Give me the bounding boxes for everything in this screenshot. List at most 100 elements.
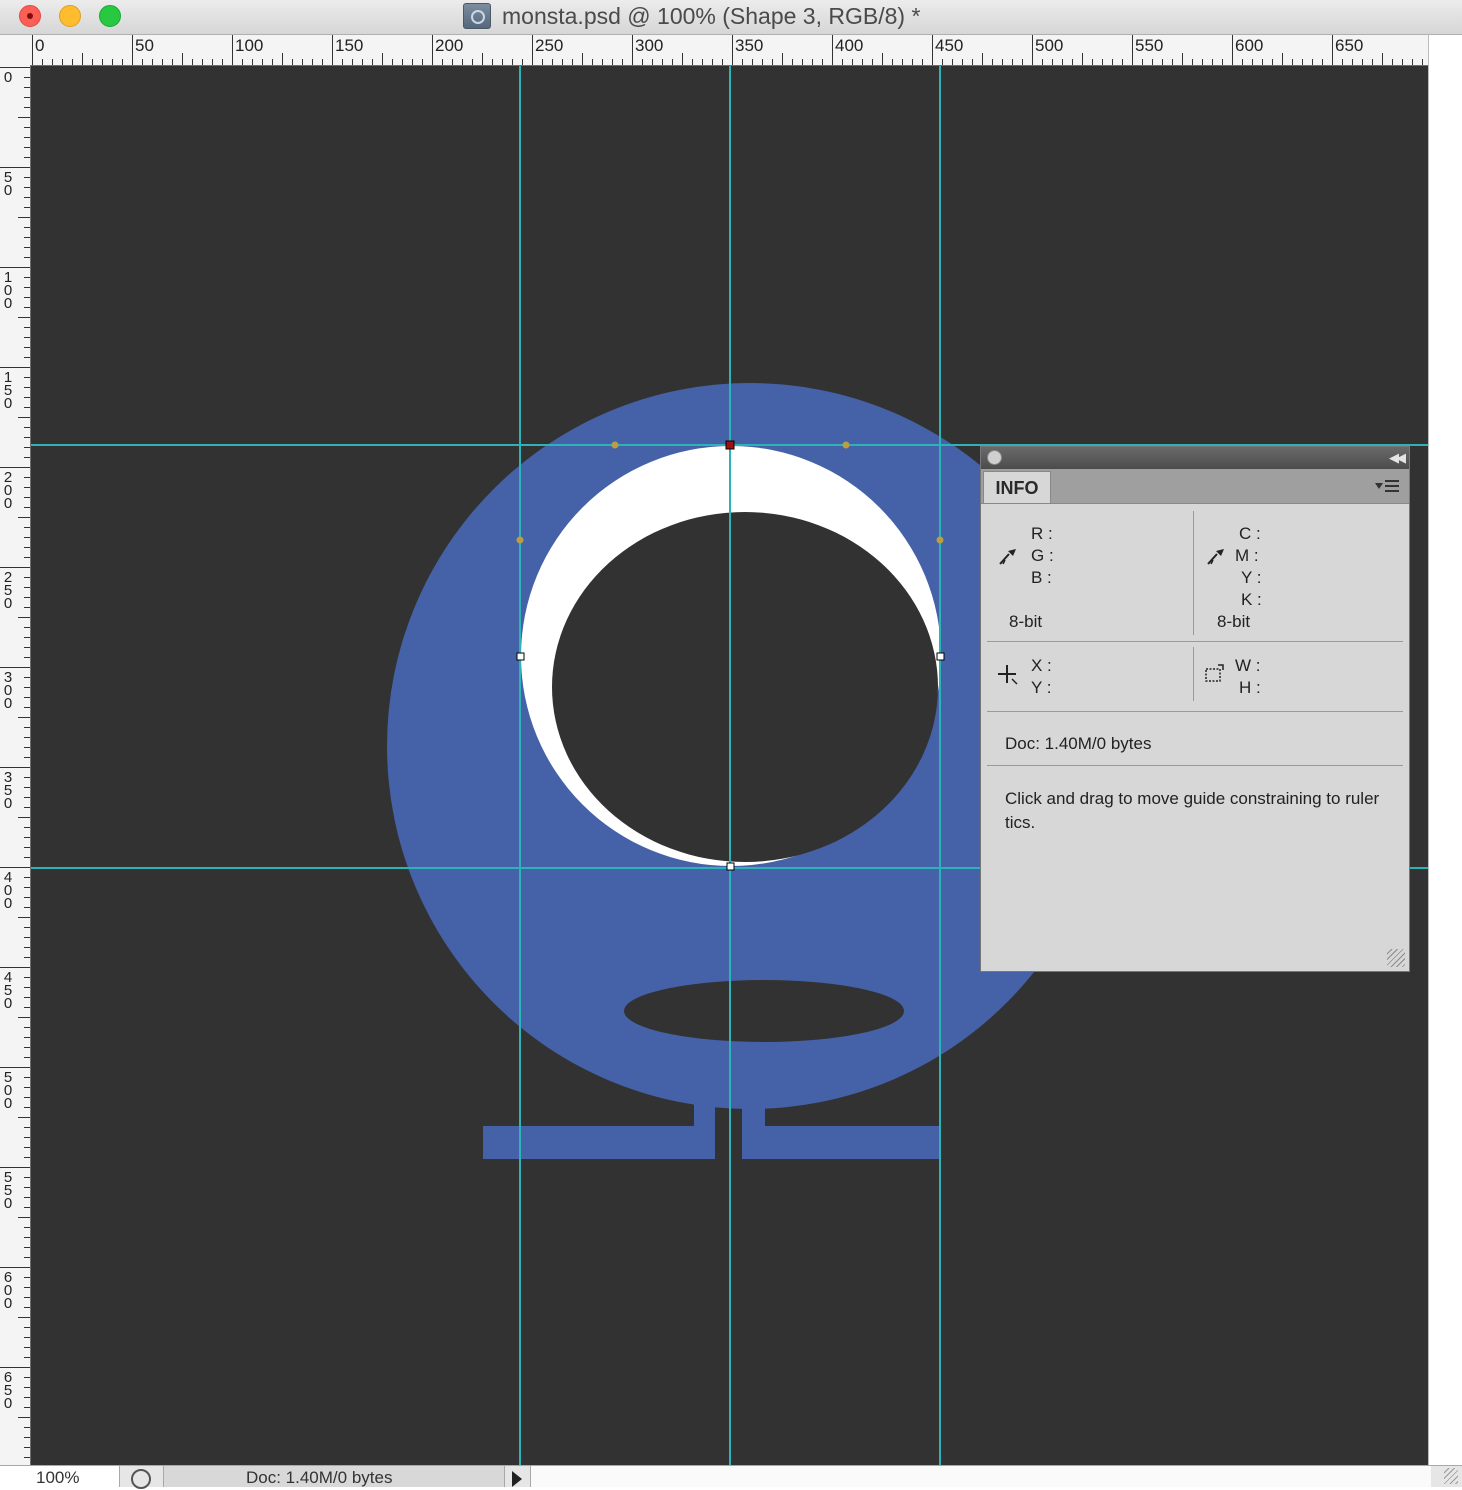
- direction-handle[interactable]: [611, 441, 619, 449]
- right-leg-shape[interactable]: [742, 1104, 765, 1144]
- ruler-tick: [24, 1447, 30, 1448]
- divider: [1193, 511, 1194, 635]
- ruler-tick: [24, 327, 30, 328]
- ruler-tick: [752, 59, 753, 65]
- panel-resize-grip[interactable]: [1387, 949, 1405, 967]
- ruler-tick: [1272, 59, 1273, 65]
- anchor-point[interactable]: [936, 652, 945, 661]
- zoom-level-field[interactable]: 100%: [0, 1466, 120, 1487]
- ruler-tick: [122, 59, 123, 65]
- ruler-tick: [24, 937, 30, 938]
- ruler-tick: [24, 447, 30, 448]
- ruler-tick: [24, 1427, 30, 1428]
- ruler-tick: [24, 1437, 30, 1438]
- ruler-label: 250: [3, 569, 13, 612]
- direction-handle[interactable]: [516, 536, 524, 544]
- ruler-label: 650: [1335, 36, 1364, 55]
- left-leg-shape[interactable]: [694, 1104, 715, 1144]
- ruler-label: 200: [435, 36, 464, 55]
- ruler-tick: [24, 1347, 30, 1348]
- ruler-label: 0: [3, 69, 13, 86]
- minimize-window-button[interactable]: [59, 5, 81, 27]
- ruler-tick: [24, 1357, 30, 1358]
- ruler-label: 300: [635, 36, 664, 55]
- ruler-tick: [962, 59, 963, 65]
- ruler-tick: [272, 59, 273, 65]
- close-window-button[interactable]: [19, 5, 41, 27]
- window-resize-grip[interactable]: [1444, 1468, 1458, 1484]
- ruler-tick: [24, 1377, 30, 1378]
- ruler-tick: [24, 1137, 30, 1138]
- ruler-tick: [18, 1117, 30, 1118]
- ruler-tick: [1132, 35, 1133, 65]
- anchor-point[interactable]: [516, 652, 525, 661]
- right-bitdepth[interactable]: 8-bit: [1217, 611, 1250, 633]
- ruler-tick: [1342, 59, 1343, 65]
- ruler-tick: [18, 217, 30, 218]
- eye-pupil-shape[interactable]: [552, 512, 938, 862]
- horizontal-ruler[interactable]: 0 50 100 150 200 250 300 350 400 450 500 550 600 650: [0, 35, 1430, 66]
- ruler-tick: [662, 59, 663, 65]
- ruler-tick: [912, 59, 913, 65]
- vertical-ruler[interactable]: 0 50 100 150 200 250 300 350 400 450 500 550 600 650: [0, 65, 31, 1465]
- ruler-tick: [1232, 35, 1233, 65]
- b-label: B :: [1031, 568, 1052, 587]
- ruler-tick: [24, 127, 30, 128]
- status-doc-info[interactable]: Doc: 1.40M/0 bytes: [163, 1466, 505, 1487]
- vertical-scrollbar[interactable]: [1428, 35, 1462, 1465]
- ruler-tick: [18, 1317, 30, 1318]
- r-label: R :: [1031, 524, 1053, 543]
- panel-menu-icon[interactable]: [1375, 478, 1401, 494]
- document-proxy-icon[interactable]: [463, 3, 491, 29]
- divider: [987, 641, 1403, 642]
- ruler-tick: [1102, 59, 1103, 65]
- zoom-window-button[interactable]: [99, 5, 121, 27]
- ruler-label: 450: [935, 36, 964, 55]
- ruler-tick: [632, 35, 633, 65]
- ruler-tick: [1362, 59, 1363, 65]
- direction-handle[interactable]: [936, 536, 944, 544]
- right-foot-shape[interactable]: [742, 1126, 941, 1159]
- panel-collapse-icon[interactable]: ◀◀: [1389, 448, 1406, 468]
- left-foot-shape[interactable]: [483, 1126, 715, 1159]
- ruler-label: 150: [335, 36, 364, 55]
- ruler-tick: [24, 1287, 30, 1288]
- ruler-tick: [18, 1417, 30, 1418]
- ruler-label: 100: [235, 36, 264, 55]
- ruler-tick: [24, 837, 30, 838]
- ruler-tick: [552, 59, 553, 65]
- ruler-tick: [1252, 59, 1253, 65]
- ruler-tick: [522, 59, 523, 65]
- direction-handle[interactable]: [842, 441, 850, 449]
- ruler-tick: [142, 59, 143, 65]
- ruler-tick: [24, 537, 30, 538]
- horizontal-scrollbar[interactable]: [530, 1466, 1431, 1487]
- ruler-tick: [24, 827, 30, 828]
- ruler-tick: [24, 497, 30, 498]
- ruler-tick: [222, 59, 223, 65]
- ruler-label: 0: [35, 36, 45, 55]
- eyedropper-icon[interactable]: [1205, 543, 1227, 567]
- ruler-tick: [732, 35, 733, 65]
- left-bitdepth[interactable]: 8-bit: [1009, 611, 1042, 633]
- ruler-tick: [712, 59, 713, 65]
- mouth-shape[interactable]: [624, 980, 904, 1042]
- ruler-tick: [382, 53, 383, 65]
- ruler-tick: [24, 897, 30, 898]
- ruler-tick: [24, 1047, 30, 1048]
- status-bar: 100% Doc: 1.40M/0 bytes: [0, 1465, 1462, 1489]
- ruler-tick: [1012, 59, 1013, 65]
- ruler-tick: [24, 847, 30, 848]
- anchor-point-selected[interactable]: [725, 440, 735, 450]
- eyedropper-icon[interactable]: [997, 543, 1019, 567]
- status-menu-arrow-icon[interactable]: [512, 1471, 522, 1487]
- anchor-point[interactable]: [726, 862, 735, 871]
- panel-close-button[interactable]: [987, 450, 1002, 465]
- ruler-tick: [24, 427, 30, 428]
- ruler-tick: [24, 247, 30, 248]
- ruler-tick: [1372, 59, 1373, 65]
- panel-header[interactable]: ◀◀: [981, 447, 1409, 469]
- status-settings-icon[interactable]: [131, 1469, 151, 1489]
- ruler-tick: [24, 637, 30, 638]
- tab-info[interactable]: INFO: [983, 471, 1051, 503]
